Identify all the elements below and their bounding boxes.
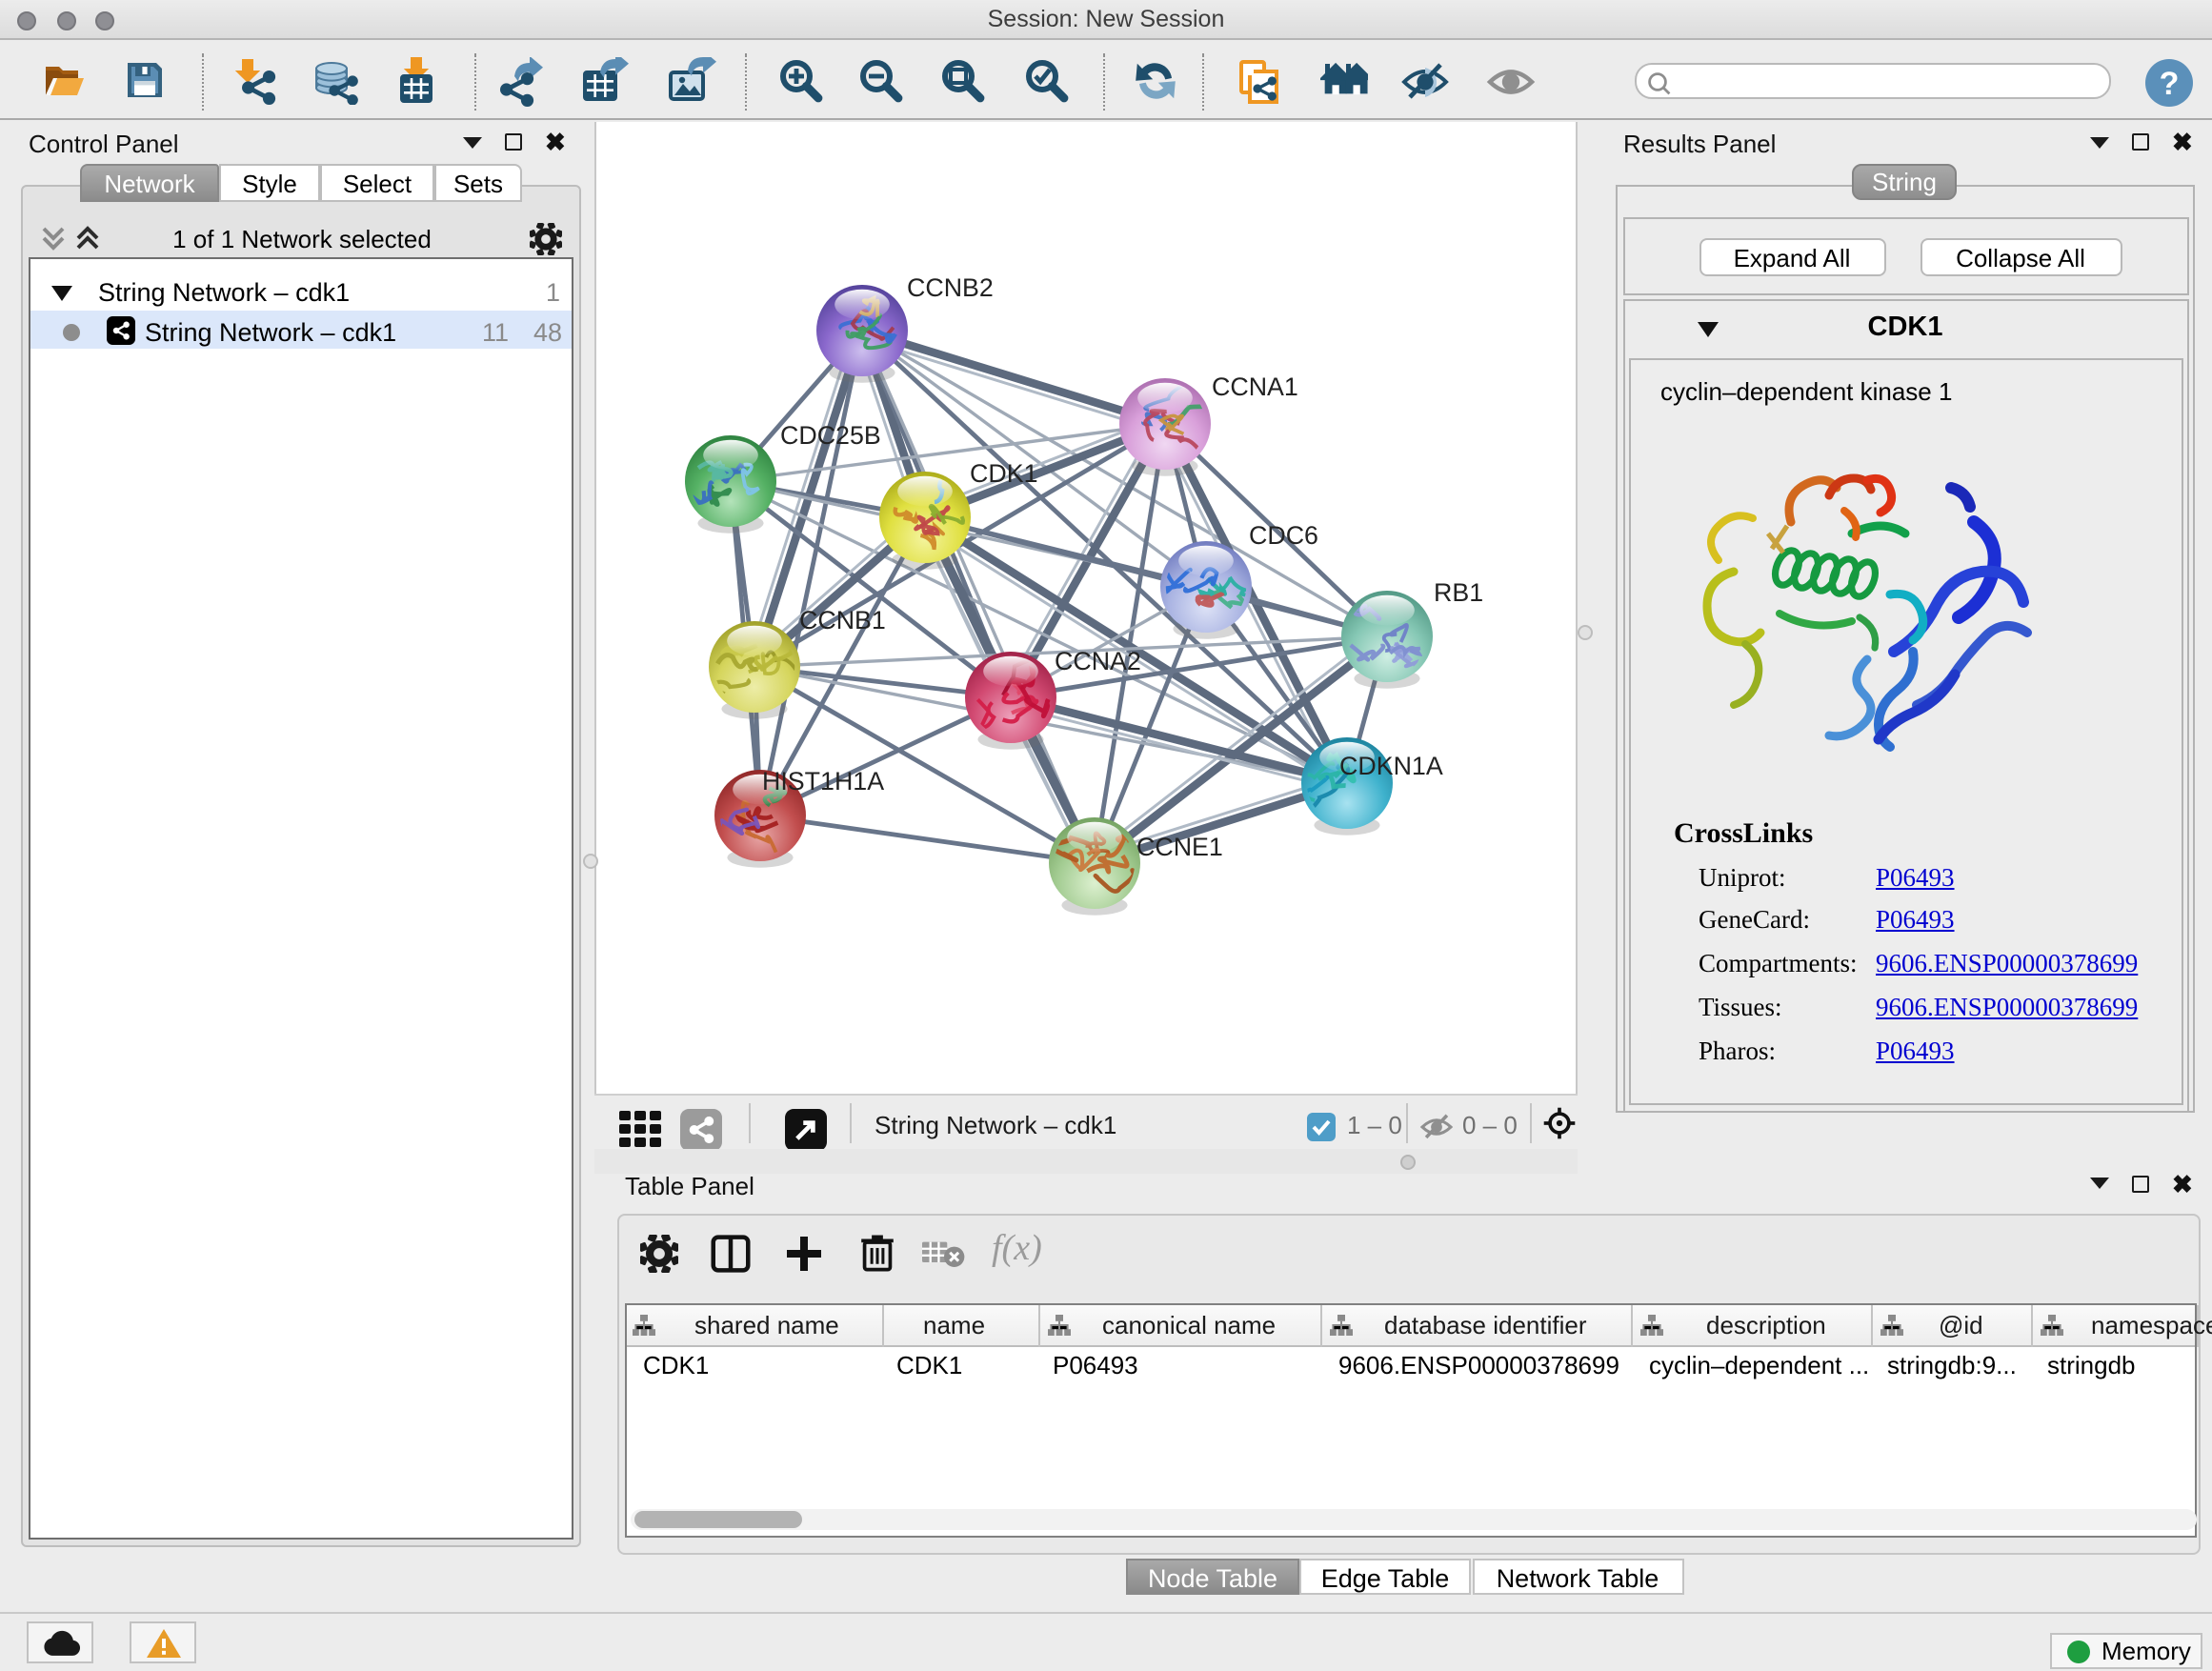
svg-text:CDK1: CDK1 — [970, 458, 1037, 487]
svg-text:CDC6: CDC6 — [1249, 520, 1318, 549]
svg-text:RB1: RB1 — [1434, 577, 1483, 606]
svg-text:CCNA2: CCNA2 — [1055, 646, 1141, 674]
svg-text:CDC25B: CDC25B — [780, 420, 881, 449]
svg-text:CDKN1A: CDKN1A — [1339, 751, 1443, 779]
svg-text:CCNA1: CCNA1 — [1212, 372, 1298, 400]
svg-text:HIST1H1A: HIST1H1A — [762, 766, 884, 795]
svg-text:CCNB2: CCNB2 — [907, 272, 994, 301]
svg-text:CCNB1: CCNB1 — [799, 605, 886, 634]
svg-text:?: ? — [2160, 65, 2180, 101]
svg-text:CCNE1: CCNE1 — [1136, 832, 1223, 860]
